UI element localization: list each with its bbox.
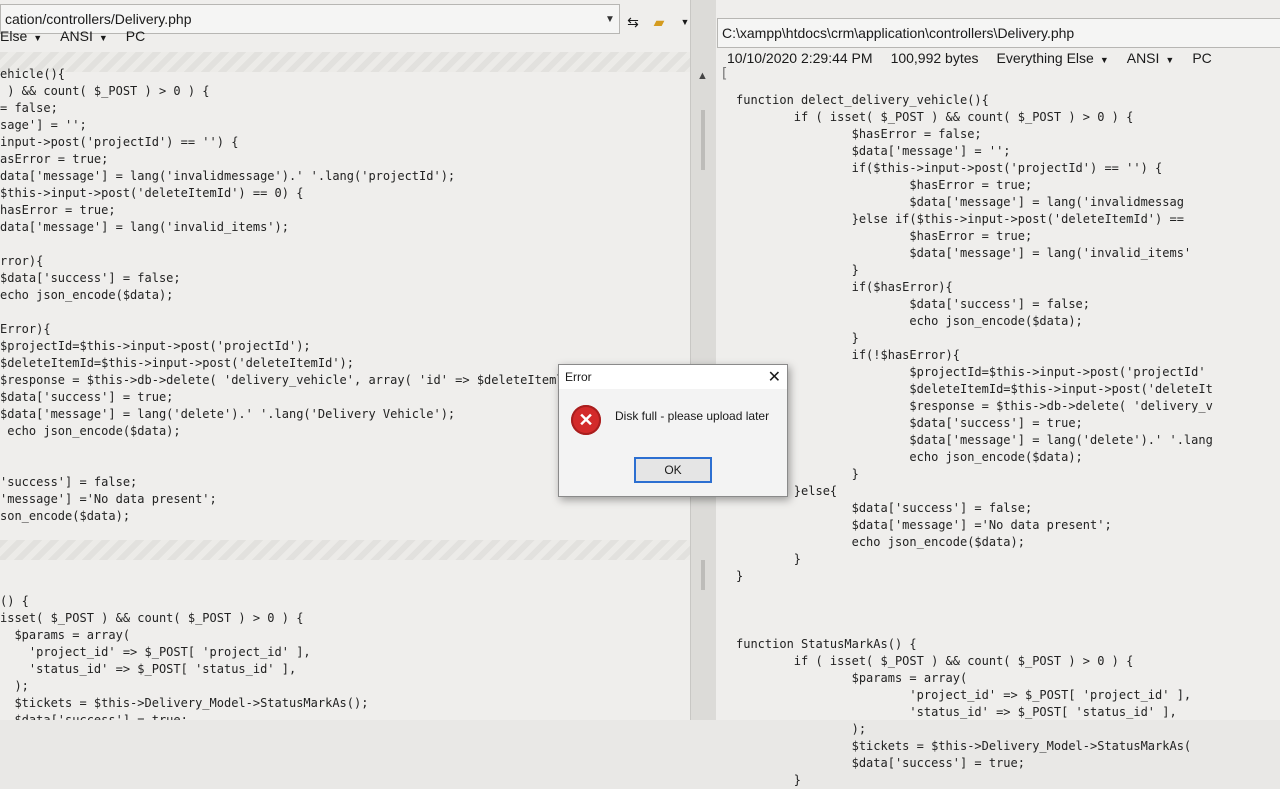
diff-marker (701, 110, 705, 170)
folder-open-icon[interactable]: ▰ (648, 12, 670, 32)
left-encoding-group[interactable]: Else ▼ (0, 28, 42, 44)
chevron-down-icon[interactable]: ▼ (601, 14, 619, 25)
dialog-title: Error (565, 370, 592, 384)
collapse-arrow-icon[interactable]: ▲ (697, 70, 708, 82)
diff-marker (701, 560, 705, 590)
right-code-view[interactable]: function delect_delivery_vehicle(){ if (… (736, 92, 1213, 789)
dialog-message: Disk full - please upload later (615, 409, 770, 423)
close-icon[interactable]: ✕ (768, 367, 781, 387)
right-charset[interactable]: ANSI ▼ (1127, 50, 1175, 66)
left-info-bar: Else ▼ ANSI ▼ PC (0, 28, 145, 44)
dialog-titlebar: Error ✕ (559, 365, 787, 389)
right-line-ending[interactable]: PC (1192, 50, 1211, 66)
file-size: 100,992 bytes (890, 50, 979, 66)
gutter-bracket: [ (720, 66, 729, 82)
right-path-field[interactable]: C:\xampp\htdocs\crm\application\controll… (717, 18, 1280, 48)
pane-divider[interactable]: ▲ (690, 0, 718, 720)
left-code-view[interactable]: ehicle(){ ) && count( $_POST ) > 0 ) { =… (0, 66, 564, 720)
ok-button[interactable]: OK (634, 457, 712, 483)
right-path-text: C:\xampp\htdocs\crm\application\controll… (722, 25, 1075, 41)
left-line-ending[interactable]: PC (126, 28, 145, 44)
right-encoding-group[interactable]: Everything Else ▼ (997, 50, 1109, 66)
left-path-text: cation/controllers/Delivery.php (5, 11, 192, 27)
left-charset[interactable]: ANSI ▼ (60, 28, 108, 44)
swap-icon[interactable]: ⇆ (622, 12, 644, 32)
right-info-bar: 10/10/2020 2:29:44 PM 100,992 bytes Ever… (727, 50, 1212, 66)
error-icon: ✕ (571, 405, 601, 435)
file-timestamp: 10/10/2020 2:29:44 PM (727, 50, 873, 66)
left-file-pane: ehicle(){ ) && count( $_POST ) > 0 ) { =… (0, 0, 690, 720)
error-dialog: Error ✕ ✕ Disk full - please upload late… (558, 364, 788, 497)
